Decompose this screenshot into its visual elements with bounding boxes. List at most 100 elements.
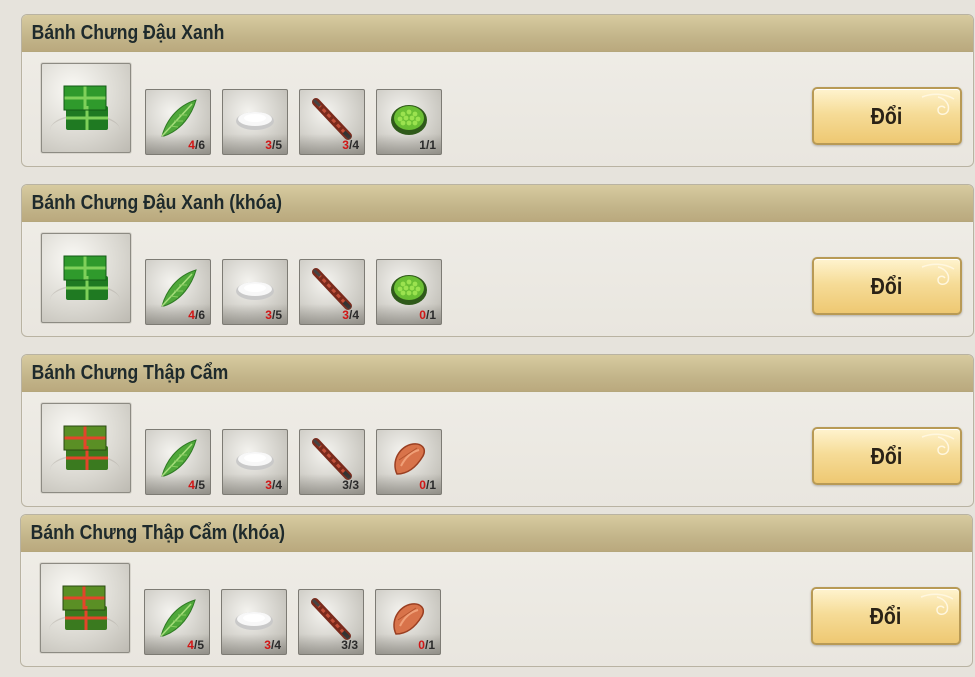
- material-count: 3/4: [300, 134, 364, 154]
- material-count: 0/1: [377, 304, 441, 324]
- result-item-slot[interactable]: [40, 563, 130, 653]
- material-count: 3/4: [300, 304, 364, 324]
- material-count: 4/5: [146, 474, 210, 494]
- material-slot[interactable]: 3/4: [299, 259, 365, 325]
- material-count: 3/3: [300, 474, 364, 494]
- banh-chung-mixed-icon: [62, 422, 112, 474]
- recipe-title: Bánh Chưng Thập Cẩm: [31, 361, 229, 384]
- material-count: 0/1: [377, 474, 441, 494]
- material-list: 4/6 3/5 3/4 1/1: [145, 89, 442, 155]
- exchange-label: Đổi: [871, 442, 903, 469]
- material-need: 6: [198, 308, 205, 322]
- material-need: 3: [351, 638, 358, 652]
- material-count: 3/4: [223, 474, 287, 494]
- material-slot[interactable]: 0/1: [376, 429, 442, 495]
- swirl-ornament-icon: [921, 263, 955, 285]
- swirl-ornament-icon: [921, 93, 955, 115]
- material-count: 4/5: [145, 634, 209, 654]
- material-slot[interactable]: 3/5: [222, 259, 288, 325]
- material-count: 3/5: [223, 304, 287, 324]
- recipe-card: Bánh Chưng Đậu Xanh (khóa) 4/6 3/5 3/4 0…: [21, 184, 974, 337]
- exchange-label: Đổi: [870, 602, 902, 629]
- swirl-ornament-icon: [920, 593, 954, 615]
- exchange-label: Đổi: [871, 272, 903, 299]
- material-need: 4: [352, 138, 359, 152]
- exchange-label: Đổi: [871, 102, 903, 129]
- material-have: 4: [188, 308, 195, 322]
- exchange-button[interactable]: Đổi: [811, 587, 961, 645]
- material-have: 3: [265, 308, 272, 322]
- material-slot[interactable]: 4/6: [145, 259, 211, 325]
- material-slot[interactable]: 3/4: [299, 89, 365, 155]
- material-have: 3: [342, 478, 349, 492]
- recipe-header: Bánh Chưng Đậu Xanh (khóa): [22, 185, 973, 222]
- recipe-card: Bánh Chưng Thập Cẩm (khóa) 4/5 3/4 3/3 0…: [20, 514, 973, 667]
- banh-chung-mixed-icon: [61, 582, 111, 634]
- material-need: 1: [429, 138, 436, 152]
- result-item-slot[interactable]: [41, 63, 131, 153]
- material-have: 3: [264, 638, 271, 652]
- material-need: 5: [275, 138, 282, 152]
- material-have: 4: [188, 138, 195, 152]
- material-list: 4/5 3/4 3/3 0/1: [145, 429, 442, 495]
- recipe-list: Bánh Chưng Đậu Xanh 4/6 3/5 3/4 1/1 Đổi …: [0, 0, 975, 677]
- recipe-card: Bánh Chưng Đậu Xanh 4/6 3/5 3/4 1/1 Đổi: [21, 14, 974, 167]
- material-need: 4: [275, 478, 282, 492]
- material-have: 0: [419, 308, 426, 322]
- recipe-title: Bánh Chưng Thập Cẩm (khóa): [30, 521, 285, 544]
- exchange-button[interactable]: Đổi: [812, 87, 962, 145]
- material-list: 4/6 3/5 3/4 0/1: [145, 259, 442, 325]
- material-need: 5: [197, 638, 204, 652]
- material-slot[interactable]: 4/5: [145, 429, 211, 495]
- material-have: 3: [342, 138, 349, 152]
- exchange-button[interactable]: Đổi: [812, 427, 962, 485]
- material-count: 1/1: [377, 134, 441, 154]
- banh-chung-green-icon: [62, 82, 112, 134]
- banh-chung-green-icon: [62, 252, 112, 304]
- material-slot[interactable]: 1/1: [376, 89, 442, 155]
- result-item-slot[interactable]: [41, 233, 131, 323]
- material-slot[interactable]: 4/6: [145, 89, 211, 155]
- exchange-button[interactable]: Đổi: [812, 257, 962, 315]
- swirl-ornament-icon: [921, 433, 955, 455]
- material-need: 1: [429, 478, 436, 492]
- material-slot[interactable]: 3/4: [221, 589, 287, 655]
- material-list: 4/5 3/4 3/3 0/1: [144, 589, 441, 655]
- result-item-slot[interactable]: [41, 403, 131, 493]
- material-have: 4: [187, 638, 194, 652]
- recipe-title: Bánh Chưng Đậu Xanh (khóa): [31, 191, 283, 214]
- material-slot[interactable]: 3/5: [222, 89, 288, 155]
- material-have: 3: [265, 138, 272, 152]
- material-need: 6: [198, 138, 205, 152]
- material-need: 5: [275, 308, 282, 322]
- material-have: 3: [265, 478, 272, 492]
- material-have: 0: [419, 478, 426, 492]
- recipe-header: Bánh Chưng Thập Cẩm: [22, 355, 973, 392]
- material-need: 1: [429, 308, 436, 322]
- material-count: 0/1: [376, 634, 440, 654]
- material-count: 4/6: [146, 134, 210, 154]
- material-have: 1: [419, 138, 426, 152]
- material-need: 4: [274, 638, 281, 652]
- material-need: 5: [198, 478, 205, 492]
- material-have: 0: [418, 638, 425, 652]
- recipe-card: Bánh Chưng Thập Cẩm 4/5 3/4 3/3 0/1 Đổi: [21, 354, 974, 507]
- recipe-title: Bánh Chưng Đậu Xanh: [31, 21, 225, 44]
- material-count: 4/6: [146, 304, 210, 324]
- material-slot[interactable]: 3/3: [299, 429, 365, 495]
- material-slot[interactable]: 0/1: [375, 589, 441, 655]
- material-count: 3/4: [222, 634, 286, 654]
- material-slot[interactable]: 0/1: [376, 259, 442, 325]
- recipe-header: Bánh Chưng Thập Cẩm (khóa): [21, 515, 972, 552]
- material-have: 4: [188, 478, 195, 492]
- material-slot[interactable]: 3/4: [222, 429, 288, 495]
- material-have: 3: [342, 308, 349, 322]
- material-slot[interactable]: 3/3: [298, 589, 364, 655]
- material-have: 3: [341, 638, 348, 652]
- material-need: 4: [352, 308, 359, 322]
- material-count: 3/3: [299, 634, 363, 654]
- material-need: 3: [352, 478, 359, 492]
- material-count: 3/5: [223, 134, 287, 154]
- material-need: 1: [428, 638, 435, 652]
- material-slot[interactable]: 4/5: [144, 589, 210, 655]
